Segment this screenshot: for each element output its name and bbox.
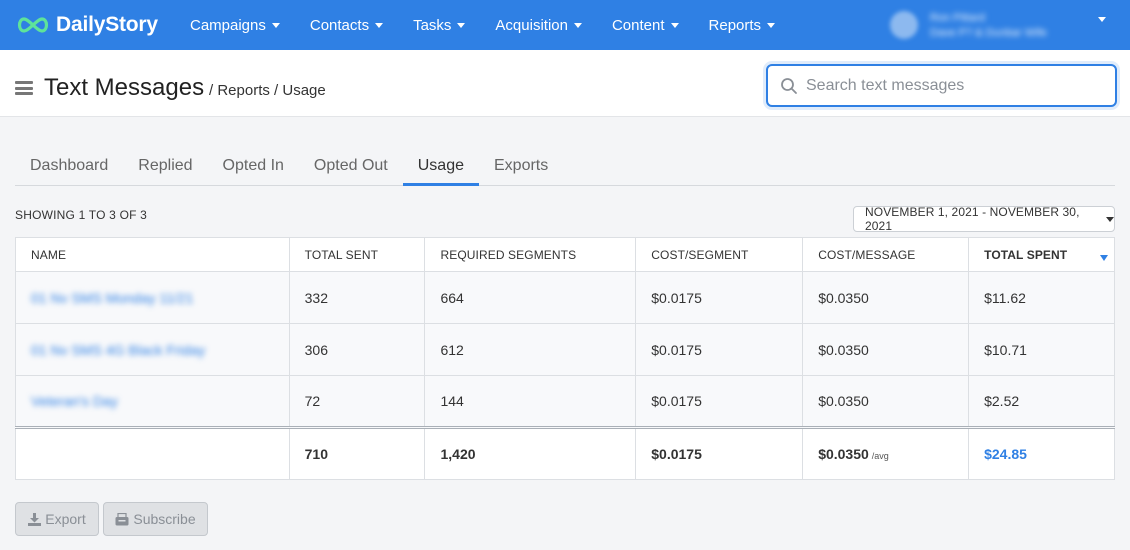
avatar <box>890 11 918 39</box>
row-cost-segment: $0.0175 <box>635 375 804 428</box>
column-header-required-segments[interactable]: REQUIRED SEGMENTS <box>424 237 637 272</box>
totals-empty-cell <box>15 426 290 480</box>
usage-table: NAME TOTAL SENT REQUIRED SEGMENTS COST/S… <box>15 237 1115 480</box>
chevron-down-icon <box>573 22 582 28</box>
tab-exports[interactable]: Exports <box>479 148 563 186</box>
search-icon <box>781 77 797 94</box>
search-box <box>766 64 1117 107</box>
chevron-down-icon <box>767 22 776 28</box>
user-info: Ron Pittard Dave P? & Dunbar Wife <box>930 12 1047 39</box>
export-label: Export <box>45 511 86 527</box>
tab-opted-in[interactable]: Opted In <box>208 148 299 186</box>
row-total-sent: 332 <box>288 271 426 324</box>
nav-campaigns[interactable]: Campaigns <box>190 17 280 34</box>
row-cost-message: $0.0350 <box>802 271 970 324</box>
brand-name: DailyStory <box>56 13 158 36</box>
totals-total-sent: 710 <box>288 426 426 480</box>
infinity-logo-icon <box>17 17 49 33</box>
totals-cost-segment: $0.0175 <box>635 426 804 480</box>
nav-content-label: Content <box>611 16 665 34</box>
row-total-spent: $2.52 <box>968 375 1115 428</box>
totals-cost-message: $0.0350 <box>818 446 869 462</box>
tab-usage[interactable]: Usage <box>402 148 479 186</box>
row-cost-segment: $0.0175 <box>635 271 804 324</box>
column-header-total-sent[interactable]: TOTAL SENT <box>288 237 426 272</box>
nav-tasks[interactable]: Tasks <box>413 16 466 34</box>
nav-acquisition-label: Acquisition <box>495 16 568 34</box>
chevron-down-icon <box>271 22 280 28</box>
message-name-link[interactable]: 01 Nv SMS 4G Black Friday <box>31 342 205 358</box>
avg-suffix: /avg <box>871 451 889 461</box>
row-name-cell: 01 Nv SMS Monday 11/21 <box>15 271 290 324</box>
row-segments: 612 <box>424 323 637 376</box>
column-header-total-spent-label: TOTAL SPENT <box>984 247 1068 262</box>
column-header-cost-segment[interactable]: COST/SEGMENT <box>635 237 804 272</box>
row-segments: 144 <box>424 375 637 428</box>
hamburger-menu-icon[interactable] <box>15 81 33 95</box>
row-name-cell: Veteran's Day <box>15 375 290 428</box>
message-name-link[interactable]: 01 Nv SMS Monday 11/21 <box>31 290 193 306</box>
chevron-down-icon <box>457 22 466 28</box>
row-cost-message: $0.0350 <box>802 323 970 376</box>
date-range-label: NOVEMBER 1, 2021 - NOVEMBER 30, 2021 <box>865 205 1080 233</box>
tab-dashboard[interactable]: Dashboard <box>15 148 123 186</box>
row-name-cell: 01 Nv SMS 4G Black Friday <box>15 323 290 376</box>
search-input[interactable] <box>806 76 1106 95</box>
user-name: Ron Pittard <box>930 11 986 24</box>
chevron-down-icon <box>670 22 679 28</box>
table-row: 01 Nv SMS 4G Black Friday 306 612 $0.017… <box>15 323 1115 376</box>
column-header-total-spent[interactable]: TOTAL SPENT <box>968 237 1115 272</box>
user-menu[interactable]: Ron Pittard Dave P? & Dunbar Wife <box>890 8 1115 42</box>
row-total-spent: $11.62 <box>968 271 1115 324</box>
breadcrumb: / Reports / Usage <box>209 82 326 99</box>
row-total-sent: 72 <box>288 375 426 428</box>
chevron-down-icon <box>1106 216 1114 222</box>
totals-row: 710 1,420 $0.0175 $0.0350/avg $24.85 <box>15 426 1115 480</box>
nav-reports[interactable]: Reports <box>709 17 776 34</box>
date-range-dropdown[interactable]: NOVEMBER 1, 2021 - NOVEMBER 30, 2021 <box>853 205 1115 233</box>
chevron-down-icon <box>375 22 384 28</box>
sort-descending-icon[interactable] <box>1100 255 1108 261</box>
nav-menu: Campaigns Contacts Tasks Acquisition Con… <box>190 17 805 34</box>
row-total-spent: $10.71 <box>968 323 1115 376</box>
page-title: Text Messages <box>44 74 205 101</box>
nav-contacts[interactable]: Contacts <box>309 16 384 34</box>
download-icon <box>28 512 42 526</box>
report-tabs: Dashboard Replied Opted In Opted Out Usa… <box>15 148 1115 186</box>
top-nav: DailyStory Campaigns Contacts Tasks Acqu… <box>0 0 1130 50</box>
message-name-link[interactable]: Veteran's Day <box>31 393 118 409</box>
nav-reports-label: Reports <box>708 16 762 34</box>
subscribe-icon <box>115 512 129 525</box>
subscribe-label: Subscribe <box>133 511 196 527</box>
totals-total-spent: $24.85 <box>968 426 1115 480</box>
user-org: Dave P? & Dunbar Wife <box>930 26 1047 39</box>
brand-logo[interactable]: DailyStory <box>14 13 174 37</box>
row-segments: 664 <box>424 271 637 324</box>
results-count: SHOWING 1 TO 3 OF 3 <box>15 208 148 222</box>
chevron-down-icon <box>1098 17 1106 22</box>
totals-segments: 1,420 <box>424 426 637 480</box>
column-header-name[interactable]: NAME <box>15 237 290 272</box>
row-total-sent: 306 <box>288 323 426 376</box>
export-button[interactable]: Export <box>15 502 99 536</box>
nav-acquisition[interactable]: Acquisition <box>495 17 582 34</box>
nav-tasks-label: Tasks <box>413 16 452 34</box>
table-header-row: NAME TOTAL SENT REQUIRED SEGMENTS COST/S… <box>15 237 1115 272</box>
page-header: Text Messages / Reports / Usage <box>0 50 1130 117</box>
table-row: 01 Nv SMS Monday 11/21 332 664 $0.0175 $… <box>15 271 1115 324</box>
column-header-cost-message[interactable]: COST/MESSAGE <box>802 237 970 272</box>
totals-cost-message-cell: $0.0350/avg <box>802 426 970 480</box>
tab-replied[interactable]: Replied <box>123 148 207 186</box>
nav-contacts-label: Contacts <box>309 16 370 34</box>
tab-opted-out[interactable]: Opted Out <box>299 148 403 186</box>
row-cost-segment: $0.0175 <box>635 323 804 376</box>
nav-campaigns-label: Campaigns <box>190 16 266 34</box>
nav-content[interactable]: Content <box>612 17 679 34</box>
subscribe-button[interactable]: Subscribe <box>103 502 208 536</box>
row-cost-message: $0.0350 <box>802 375 970 428</box>
table-row: Veteran's Day 72 144 $0.0175 $0.0350 $2.… <box>15 375 1115 428</box>
